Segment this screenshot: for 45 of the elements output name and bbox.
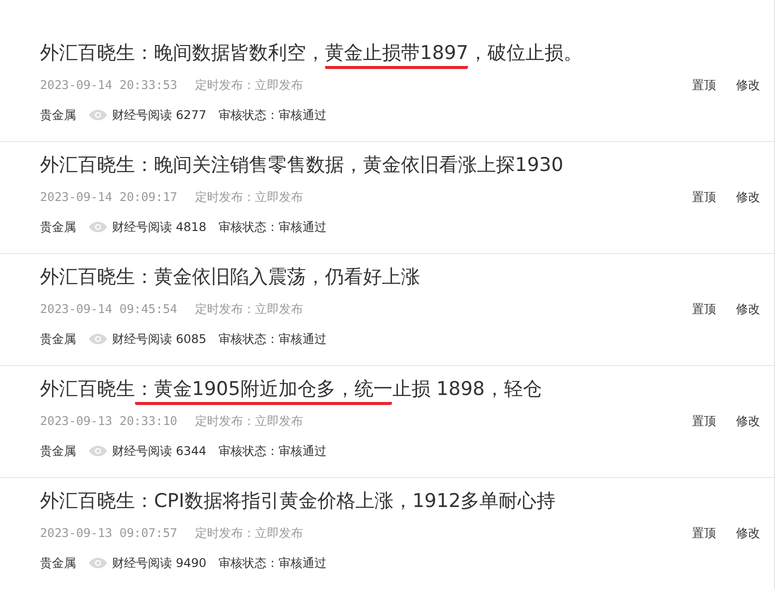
category-label: 贵金属 [40, 107, 76, 124]
publish-mode: 定时发布：立即发布 [195, 189, 303, 206]
action-link[interactable]: 修改 [736, 524, 760, 542]
review-status: 审核状态：审核通过 [218, 443, 326, 460]
category-label: 贵金属 [40, 443, 76, 460]
publish-mode: 定时发布：立即发布 [195, 525, 303, 542]
action-link[interactable]: 修改 [736, 300, 760, 318]
article-title[interactable]: 外汇百晓生：晚间关注销售零售数据，黄金依旧看涨上探1930 [40, 150, 760, 180]
publish-mode: 定时发布：立即发布 [195, 301, 303, 318]
publish-time: 2023-09-13 20:33:10 [40, 413, 178, 430]
review-status: 审核状态：审核通过 [218, 555, 326, 572]
category-label: 贵金属 [40, 331, 76, 348]
article-title[interactable]: 外汇百晓生：晚间数据皆数利空，黄金止损带1897，破位止损。 [40, 38, 760, 68]
review-status: 审核状态：审核通过 [218, 331, 326, 348]
action-link[interactable]: 修改 [736, 188, 760, 206]
eye-icon [88, 333, 108, 345]
action-link[interactable]: 置顶 [692, 412, 716, 430]
action-link[interactable]: 置顶 [692, 524, 716, 542]
eye-icon [88, 557, 108, 569]
publish-mode: 定时发布：立即发布 [195, 413, 303, 430]
article-title[interactable]: 外汇百晓生：黄金依旧陷入震荡，仍看好上涨 [40, 262, 760, 292]
eye-icon [88, 221, 108, 233]
action-link[interactable]: 置顶 [692, 300, 716, 318]
publish-time: 2023-09-14 20:33:53 [40, 77, 178, 94]
category-label: 贵金属 [40, 555, 76, 572]
publish-time: 2023-09-13 09:07:57 [40, 525, 178, 542]
eye-icon [88, 109, 108, 121]
article-title[interactable]: 外汇百晓生：黄金1905附近加仓多，统一止损 1898，轻仓 [40, 374, 760, 404]
review-status: 审核状态：审核通过 [218, 107, 326, 124]
eye-icon [88, 445, 108, 457]
publish-time: 2023-09-14 20:09:17 [40, 189, 178, 206]
read-count: 财经号阅读 6344 [112, 443, 206, 460]
publish-time: 2023-09-14 09:45:54 [40, 301, 178, 318]
article-title[interactable]: 外汇百晓生：CPI数据将指引黄金价格上涨，1912多单耐心持 [40, 486, 760, 516]
read-count: 财经号阅读 4818 [112, 219, 206, 236]
read-count: 财经号阅读 6277 [112, 107, 206, 124]
read-count: 财经号阅读 6085 [112, 331, 206, 348]
action-link[interactable]: 修改 [736, 412, 760, 430]
action-link[interactable]: 修改 [736, 76, 760, 94]
action-link[interactable]: 置顶 [692, 76, 716, 94]
action-link[interactable]: 置顶 [692, 188, 716, 206]
review-status: 审核状态：审核通过 [218, 219, 326, 236]
read-count: 财经号阅读 9490 [112, 555, 206, 572]
publish-mode: 定时发布：立即发布 [195, 77, 303, 94]
category-label: 贵金属 [40, 219, 76, 236]
